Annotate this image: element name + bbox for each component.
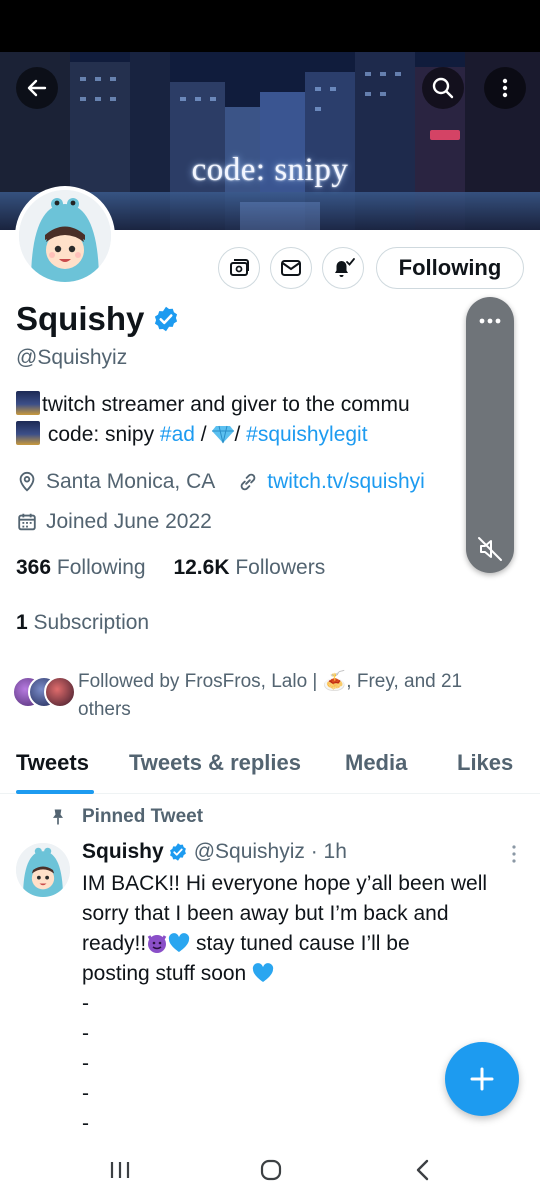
tweet-line: IM BACK!! Hi everyone hope y’all been we…	[82, 872, 488, 895]
recent-apps-button[interactable]	[100, 1154, 140, 1186]
avatar-illustration	[19, 190, 111, 282]
city-night-emoji	[16, 421, 40, 445]
profile-location-row: Santa Monica, CA twitch.tv/squishyi	[16, 470, 425, 494]
blue-heart-emoji	[252, 963, 274, 982]
notifications-button[interactable]	[322, 247, 364, 289]
tweet-more-button[interactable]	[509, 844, 519, 869]
active-tab-indicator	[16, 790, 94, 794]
subscription-label: Subscription	[33, 611, 150, 634]
media-volume-overlay[interactable]	[466, 297, 514, 573]
home-button[interactable]	[251, 1154, 291, 1186]
following-count-label: Following	[56, 556, 146, 579]
follower-avatar	[44, 676, 76, 708]
tweet-dash: -	[82, 1112, 89, 1135]
more-options-button[interactable]	[484, 67, 526, 109]
profile-stats: 366 Following 12.6K Followers	[16, 556, 325, 580]
tab-tweets-and-replies[interactable]: Tweets & replies	[129, 750, 301, 776]
followed-by-avatars	[12, 676, 78, 712]
followed-by-row[interactable]: Followed by FrosFros, Lalo | 🍝, Frey, an…	[12, 668, 512, 724]
tweet-line: sorry that I been away but I’m back and	[82, 902, 449, 925]
recent-apps-icon	[110, 1162, 130, 1178]
profile-location: Santa Monica, CA	[46, 470, 216, 493]
banner-code-text: code: snipy	[191, 152, 349, 188]
subscriptions-button[interactable]	[218, 247, 260, 289]
profile-joined-row: Joined June 2022	[16, 510, 212, 534]
home-icon	[260, 1159, 282, 1181]
pinned-tweet-label-row: Pinned Tweet	[48, 806, 203, 828]
message-button[interactable]	[270, 247, 312, 289]
envelope-icon	[281, 260, 301, 276]
tweet-line4: posting stuff soon	[82, 962, 253, 985]
hashtag-squishylegit[interactable]: #squishylegit	[246, 423, 367, 446]
tweet-dash: -	[82, 992, 89, 1015]
tweet-meta: @Squishyiz · 1h	[193, 840, 347, 863]
calendar-icon	[18, 513, 36, 531]
profile-joined-date: Joined June 2022	[46, 510, 212, 533]
followers-count-link[interactable]: 12.6K Followers	[173, 556, 325, 579]
link-icon	[240, 473, 256, 491]
avatar-illustration	[16, 843, 70, 897]
bio-separator-2: /	[234, 423, 247, 446]
tweet-line: posting stuff soon	[82, 959, 532, 989]
chevron-left-icon	[416, 1159, 429, 1181]
speaker-muted-icon[interactable]	[476, 535, 504, 563]
back-arrow-icon	[27, 79, 47, 97]
bio-line1: twitch streamer and giver to the commu	[42, 393, 410, 416]
bio-line2-text: code: snipy	[42, 423, 160, 446]
tab-tweets[interactable]: Tweets	[16, 750, 89, 776]
bio-separator: /	[194, 423, 213, 446]
system-back-button[interactable]	[403, 1154, 443, 1186]
subscriptions-icon	[230, 259, 249, 276]
profile-name: Squishy	[16, 300, 145, 337]
profile-tabs: Tweets Tweets & replies Media Likes	[0, 740, 540, 794]
profile-name-row: Squishy	[16, 300, 180, 338]
search-icon	[432, 77, 454, 99]
compose-tweet-button[interactable]	[445, 1042, 519, 1116]
following-count-link[interactable]: 366 Following	[16, 556, 146, 579]
back-button[interactable]	[16, 67, 58, 109]
tab-media[interactable]: Media	[345, 750, 407, 776]
plus-icon	[470, 1067, 494, 1091]
following-button[interactable]: Following	[376, 247, 524, 289]
city-night-emoji	[16, 391, 40, 415]
pin-icon	[53, 809, 63, 825]
tweet-line3-prefix: ready!!	[82, 932, 147, 955]
following-count: 366	[16, 556, 52, 579]
tweet-author-name[interactable]: Squishy	[82, 840, 164, 864]
followed-by-text: Followed by FrosFros, Lalo | 🍝, Frey, an…	[78, 671, 463, 720]
system-navigation-bar	[0, 1140, 540, 1200]
subscription-count: 1	[16, 611, 28, 634]
followers-count: 12.6K	[173, 556, 230, 579]
status-bar	[0, 0, 540, 52]
verified-badge-icon	[169, 843, 186, 861]
profile-website-link[interactable]: twitch.tv/squishyi	[267, 470, 425, 494]
gem-emoji	[212, 425, 235, 444]
bell-check-icon	[335, 258, 355, 277]
more-vertical-icon	[512, 845, 516, 863]
tweet-line: ready!! stay tuned cause I’ll be	[82, 929, 532, 959]
location-pin-icon	[19, 471, 35, 492]
tweet-author-avatar[interactable]	[16, 843, 70, 897]
tweet-dash: -	[82, 1022, 89, 1045]
subscription-count-link[interactable]: 1 Subscription	[16, 611, 149, 635]
smiling-devil-emoji	[147, 935, 167, 953]
pinned-tweet-label: Pinned Tweet	[82, 806, 204, 827]
verified-badge-icon	[155, 306, 178, 332]
profile-bio: twitch streamer and giver to the commu c…	[16, 390, 540, 450]
blue-heart-emoji	[169, 933, 190, 952]
followers-count-label: Followers	[235, 556, 326, 579]
profile-handle: @Squishyiz	[16, 346, 128, 369]
tab-likes[interactable]: Likes	[457, 750, 513, 776]
tweet-line3-suffix: stay tuned cause I’ll be	[190, 932, 410, 955]
hashtag-ad[interactable]: #ad	[160, 423, 195, 446]
more-vertical-icon	[502, 78, 508, 98]
profile-avatar[interactable]	[15, 186, 115, 286]
more-horizontal-icon	[479, 318, 501, 324]
tweet-header: Squishy @Squishyiz · 1h	[82, 840, 347, 864]
search-button[interactable]	[422, 67, 464, 109]
